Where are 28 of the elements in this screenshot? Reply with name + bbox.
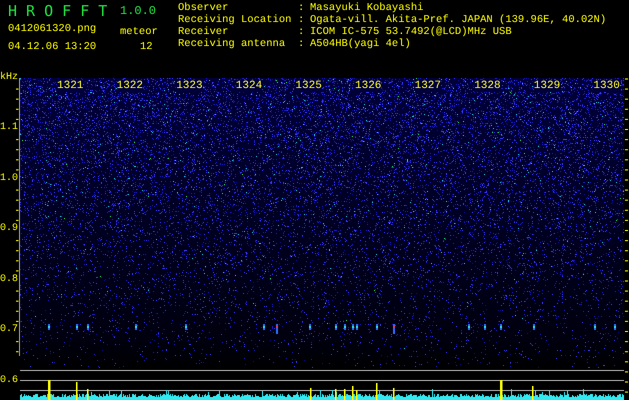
info-value: ICOM IC-575 53.7492(@LCD)MHz USB bbox=[310, 26, 512, 38]
meteor-count: 12 bbox=[139, 41, 154, 53]
time-label: 1323 bbox=[176, 80, 203, 92]
time-label: 1329 bbox=[534, 80, 560, 92]
info-value: Masayuki Kobayashi bbox=[310, 2, 424, 14]
info-separator: : bbox=[298, 38, 306, 50]
time-label: 1325 bbox=[295, 80, 322, 92]
info-label: Receiver bbox=[178, 26, 230, 38]
time-label: 1326 bbox=[355, 80, 382, 92]
app-title: H R O F F T bbox=[8, 2, 108, 20]
info-separator: : bbox=[298, 26, 306, 38]
meteor-label: meteor bbox=[120, 26, 159, 38]
info-value: Ogata-vill. Akita-Pref. JAPAN (139.96E, 40.02N) bbox=[310, 14, 606, 26]
info-label: Receiving antenna bbox=[178, 38, 286, 50]
time-label: 1328 bbox=[474, 80, 501, 92]
time-label: 1324 bbox=[236, 80, 262, 92]
time-label: 1327 bbox=[414, 80, 441, 92]
time-label: 1330 bbox=[593, 80, 620, 92]
time-label: 1321 bbox=[57, 80, 84, 92]
time-label: 1322 bbox=[116, 80, 143, 92]
file-name: 0412061320.png bbox=[8, 23, 98, 35]
info-separator: : bbox=[298, 2, 306, 14]
timestamp: 04.12.06 13:20 bbox=[8, 41, 98, 53]
info-label: Observer bbox=[178, 2, 230, 14]
app-version: 1.0.0 bbox=[120, 3, 158, 20]
info-separator: : bbox=[298, 14, 306, 26]
info-value: A504HB(yagi 4el) bbox=[310, 38, 411, 50]
info-label: Receiving Location bbox=[178, 14, 292, 26]
